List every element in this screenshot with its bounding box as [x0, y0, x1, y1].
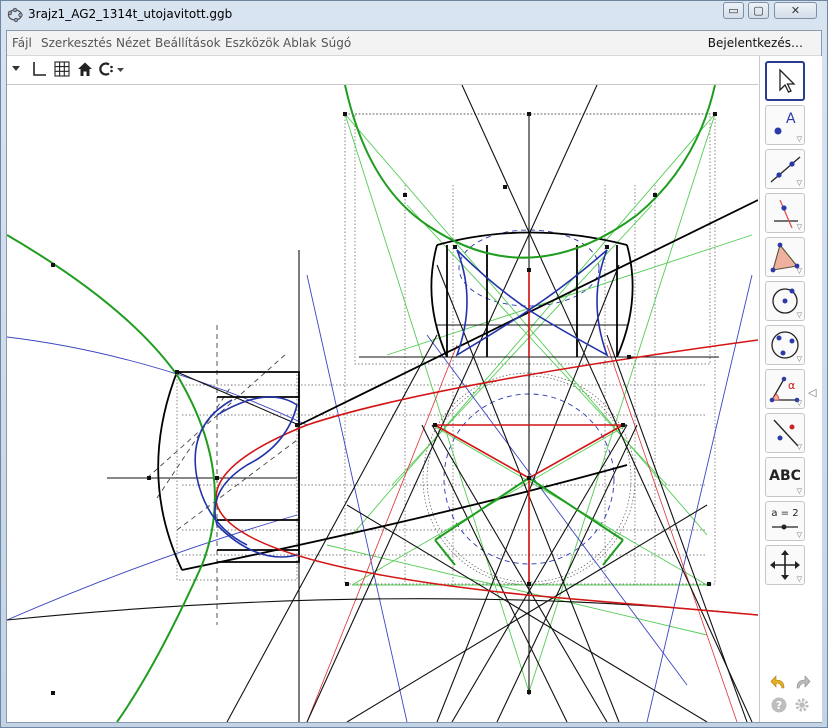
move-graphics-view-tool[interactable]: ▽: [765, 545, 805, 585]
perpendicular-line-tool[interactable]: ▽: [765, 193, 805, 233]
help-icon[interactable]: ?: [770, 696, 788, 714]
client-area: Fájl Szerkesztés Nézet Beállítások Eszkö…: [6, 30, 822, 723]
blue-construction-lines: [7, 274, 753, 722]
window-title: 3rajz1_AG2_1314t_utojavitott.ggb: [28, 7, 233, 21]
menu-file[interactable]: Fájl: [12, 36, 32, 50]
angle-tool[interactable]: α ▽: [765, 369, 805, 409]
dropdown-triangle-icon: ▽: [796, 267, 802, 275]
dotted-construction-lines: [176, 113, 716, 586]
collapse-triangle-icon[interactable]: [10, 60, 22, 78]
geometry-drawing[interactable]: [7, 85, 758, 722]
minimize-icon: ▭: [728, 4, 739, 17]
circle-three-points-tool[interactable]: ▽: [765, 325, 805, 365]
undo-icon[interactable]: [770, 673, 788, 691]
cursor-arrow-icon: [779, 68, 796, 93]
app-window: 3rajz1_AG2_1314t_utojavitott.ggb ▭ ▢ ✕ F…: [0, 0, 828, 728]
dropdown-triangle-icon: ▽: [796, 487, 802, 495]
point-capturing-icon[interactable]: [98, 60, 128, 78]
dropdown-triangle-icon: ▽: [796, 399, 802, 407]
dropdown-triangle-icon: ▽: [796, 311, 802, 319]
reflect-tool[interactable]: ▽: [765, 413, 805, 453]
collapse-panel-arrow-icon[interactable]: ◁: [808, 386, 816, 399]
style-bar: [7, 56, 757, 84]
thick-black-lines: [157, 199, 758, 571]
maximize-button[interactable]: ▢: [748, 2, 769, 19]
home-icon[interactable]: [76, 60, 94, 78]
redo-icon[interactable]: [793, 673, 811, 691]
move-tool[interactable]: [765, 61, 805, 101]
text-tool-label: ABC: [769, 468, 801, 484]
point-tool-label: A: [786, 111, 796, 127]
menu-tools[interactable]: Eszközök: [225, 36, 280, 50]
minimize-button[interactable]: ▭: [723, 2, 744, 19]
svg-text:?: ?: [776, 699, 782, 712]
text-tool[interactable]: ABC ▽: [765, 457, 805, 497]
dropdown-triangle-icon: ▽: [796, 223, 802, 231]
axes-icon[interactable]: [29, 60, 47, 78]
polygon-tool[interactable]: ▽: [765, 237, 805, 277]
geogebra-app-icon: [7, 7, 23, 23]
slider-tool[interactable]: a = 2 ▽: [765, 501, 805, 541]
dropdown-triangle-icon: ▽: [796, 531, 802, 539]
maximize-icon: ▢: [753, 4, 764, 17]
green-curves: [7, 85, 716, 722]
sign-in-link[interactable]: Bejelentkezés…: [708, 36, 803, 50]
menu-bar: Fájl Szerkesztés Nézet Beállítások Eszkö…: [7, 31, 821, 56]
line-tool[interactable]: ▽: [765, 149, 805, 189]
settings-icon[interactable]: [793, 696, 811, 714]
dropdown-triangle-icon: ▽: [796, 179, 802, 187]
menu-view[interactable]: Nézet: [116, 36, 151, 50]
menu-window[interactable]: Ablak: [283, 36, 316, 50]
menu-edit[interactable]: Szerkesztés: [41, 36, 112, 50]
graphics-view[interactable]: [7, 84, 758, 722]
dropdown-triangle-icon: ▽: [796, 575, 802, 583]
dropdown-triangle-icon: ▽: [796, 443, 802, 451]
point-tool[interactable]: A ▽: [765, 105, 805, 145]
circle-tool[interactable]: ▽: [765, 281, 805, 321]
close-button[interactable]: ✕: [774, 2, 817, 19]
grid-icon[interactable]: [53, 60, 71, 78]
close-icon: ✕: [790, 4, 801, 17]
menu-options[interactable]: Beállítások: [155, 36, 221, 50]
angle-tool-label: α: [788, 379, 796, 392]
dropdown-triangle-icon: ▽: [796, 355, 802, 363]
dropdown-triangle-icon: ▽: [796, 135, 802, 143]
menu-help[interactable]: Súgó: [321, 36, 351, 50]
title-bar[interactable]: 3rajz1_AG2_1314t_utojavitott.ggb ▭ ▢ ✕: [1, 1, 827, 29]
